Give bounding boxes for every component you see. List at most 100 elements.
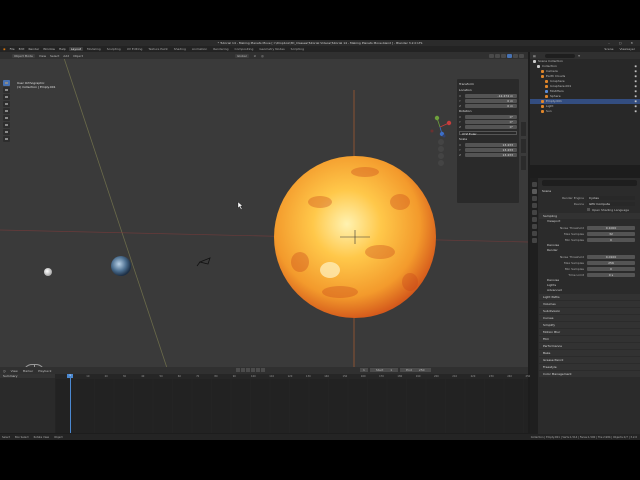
location-z-field[interactable]: 0 m — [465, 104, 517, 108]
rotation-z-field[interactable]: 0° — [465, 125, 517, 129]
play-reverse-icon[interactable] — [246, 368, 250, 372]
play-icon[interactable] — [251, 368, 255, 372]
view-layer-tab-icon[interactable] — [531, 203, 537, 208]
tab-tool[interactable] — [521, 139, 526, 153]
properties-section[interactable]: Light Paths — [539, 294, 640, 300]
tab-modeling[interactable]: Modeling — [85, 47, 103, 51]
menu-object[interactable]: Object — [73, 54, 83, 58]
pan-icon[interactable] — [438, 146, 444, 152]
perspective-toggle-icon[interactable] — [438, 160, 444, 166]
camera-view-icon[interactable] — [438, 153, 444, 159]
properties-section[interactable]: Curves — [539, 315, 640, 321]
properties-section[interactable]: Volumes — [539, 301, 640, 307]
properties-section[interactable]: Color Management — [539, 371, 640, 377]
timeline-menu-view[interactable]: View — [11, 369, 18, 373]
scene-selector[interactable]: Scene — [603, 47, 614, 51]
select-box-icon[interactable] — [3, 80, 10, 86]
constraint-tab-icon[interactable] — [531, 238, 537, 243]
properties-section[interactable]: Performance — [539, 343, 640, 349]
start-frame-field[interactable]: Start 1 — [369, 368, 399, 372]
mode-selector[interactable]: Object Mode — [12, 53, 35, 58]
outliner-search-input[interactable] — [544, 53, 575, 58]
menu-select[interactable]: Select — [50, 54, 59, 58]
scale-y-field[interactable]: 13.433 — [465, 148, 517, 152]
add-cube-icon[interactable] — [3, 136, 10, 142]
world-tab-icon[interactable] — [531, 217, 537, 222]
min-samples-field[interactable]: 0 — [587, 237, 635, 242]
properties-search-input[interactable] — [542, 180, 637, 186]
tab-scripting[interactable]: Scripting — [289, 47, 306, 51]
shading-material-icon[interactable] — [513, 53, 518, 58]
tool-tab-icon[interactable] — [531, 182, 537, 187]
menu-edit[interactable]: Edit — [18, 47, 26, 51]
proportional-edit-icon[interactable]: ◎ — [261, 54, 264, 58]
max-samples-field[interactable]: 32 — [587, 231, 635, 236]
outliner-item[interactable]: Sun ◉ — [530, 109, 640, 114]
properties-section[interactable]: Grease Pencil — [539, 357, 640, 363]
visibility-eye-icon[interactable]: ◉ — [634, 109, 637, 114]
move-icon[interactable] — [3, 94, 10, 100]
3d-viewport[interactable]: Object Mode View Select Add Object Globa… — [0, 52, 528, 377]
timeline-keyframe-area[interactable] — [55, 379, 528, 433]
rotation-x-field[interactable]: 0° — [465, 115, 517, 119]
viewport-subsection[interactable]: Viewport — [539, 219, 640, 224]
modifier-tab-icon[interactable] — [531, 231, 537, 236]
transform-icon[interactable] — [3, 115, 10, 121]
menu-add[interactable]: Add — [63, 54, 69, 58]
properties-section[interactable]: Simplify — [539, 322, 640, 328]
prev-key-icon[interactable] — [241, 368, 245, 372]
shading-rendered-icon[interactable] — [519, 53, 524, 58]
end-frame-field[interactable]: End 250 — [400, 368, 431, 372]
osl-checkbox[interactable] — [587, 208, 590, 211]
time-limit-field[interactable]: 0 s — [587, 272, 635, 277]
scene-tab-icon[interactable] — [531, 210, 537, 215]
tab-sculpting[interactable]: Sculpting — [105, 47, 123, 51]
render-subpanel[interactable]: Advanced — [539, 288, 640, 293]
render-subsection[interactable]: Render — [539, 248, 640, 253]
render-max-samples-field[interactable]: 256 — [587, 260, 635, 265]
measure-icon[interactable] — [3, 129, 10, 135]
properties-section[interactable]: Film — [539, 336, 640, 342]
device-select[interactable]: GPU Compute — [587, 201, 635, 206]
tab-rendering[interactable]: Rendering — [211, 47, 230, 51]
render-tab-icon[interactable] — [531, 189, 537, 194]
transform-orientation[interactable]: Global — [235, 53, 249, 58]
timeline-editor-icon[interactable]: ◷ — [3, 369, 6, 373]
tab-view[interactable] — [521, 156, 526, 170]
timeline-menu-playback[interactable]: Playback — [38, 369, 51, 373]
menu-window[interactable]: Window — [42, 47, 56, 51]
tab-animation[interactable]: Animation — [190, 47, 209, 51]
properties-section[interactable]: Motion Blur — [539, 329, 640, 335]
properties-section[interactable]: Bake — [539, 350, 640, 356]
tab-geometry-nodes[interactable]: Geometry Nodes — [257, 47, 286, 51]
location-x-field[interactable]: -12.474 m — [465, 94, 517, 98]
location-y-field[interactable]: 0 m — [465, 99, 517, 103]
rotation-mode-select[interactable]: XYZ Euler — [459, 131, 517, 136]
jump-end-icon[interactable] — [261, 368, 265, 372]
zoom-icon[interactable] — [438, 139, 444, 145]
tab-shading[interactable]: Shading — [172, 47, 188, 51]
snap-icon[interactable]: ⊙ — [254, 54, 257, 58]
noise-threshold-field[interactable]: 0.1000 — [587, 225, 635, 230]
scale-z-field[interactable]: 13.433 — [465, 153, 517, 157]
view-layer-selector[interactable]: ViewLayer — [619, 47, 636, 51]
outliner-display-icon[interactable]: ▤ — [533, 54, 536, 58]
scale-x-field[interactable]: 13.433 — [465, 143, 517, 147]
menu-file[interactable]: File — [9, 47, 16, 51]
rotate-icon[interactable] — [3, 101, 10, 107]
tab-layout[interactable]: Layout — [68, 47, 84, 51]
shading-solid-icon[interactable] — [507, 53, 512, 58]
menu-render[interactable]: Render — [27, 47, 40, 51]
rotation-y-field[interactable]: 0° — [465, 120, 517, 124]
jump-start-icon[interactable] — [236, 368, 240, 372]
transform-header[interactable]: Transform — [459, 82, 517, 86]
playhead[interactable]: 1 — [67, 374, 73, 433]
render-min-samples-field[interactable]: 0 — [587, 266, 635, 271]
scale-icon[interactable] — [3, 108, 10, 114]
tab-item[interactable] — [521, 122, 526, 136]
tab-texture-paint[interactable]: Texture Paint — [146, 47, 169, 51]
filter-icon[interactable]: ⏷ — [578, 54, 580, 58]
current-frame-field[interactable]: 1 — [360, 368, 368, 372]
render-engine-select[interactable]: Cycles — [587, 195, 635, 200]
menu-view[interactable]: View — [39, 54, 46, 58]
